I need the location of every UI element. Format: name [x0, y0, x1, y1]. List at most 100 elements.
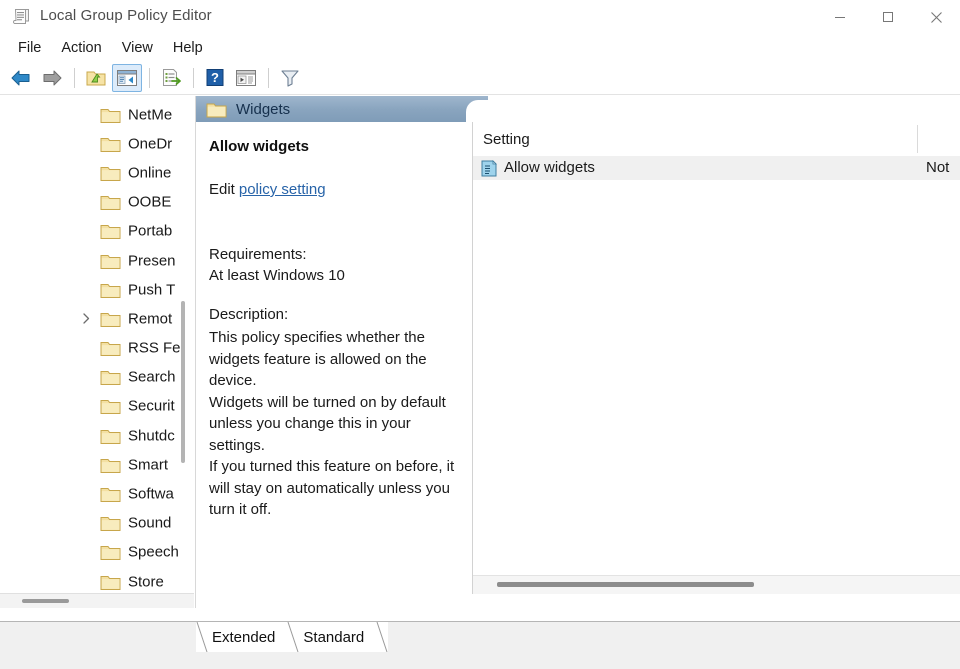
column-header-setting[interactable]: Setting [483, 131, 530, 148]
description-paragraph: This policy specifies whether the widget… [209, 327, 461, 392]
local-group-policy-editor-window: Local Group Policy Editor File Action Vi… [0, 0, 960, 669]
tab-edge-left [287, 622, 299, 652]
tree-item-label: Securit [128, 398, 175, 415]
filter-icon[interactable] [275, 64, 305, 92]
folder-icon [100, 135, 121, 152]
tree-item-shutdc[interactable]: Shutdc [0, 421, 178, 450]
tree-item-label: Search [128, 369, 176, 386]
menu-bar: File Action View Help [0, 34, 960, 61]
tree-item-store[interactable]: Store [0, 567, 178, 596]
folder-icon [100, 310, 121, 327]
tab-standard[interactable]: Standard [287, 622, 376, 652]
folder-icon [100, 194, 121, 211]
forward-icon[interactable] [37, 64, 67, 92]
tree-item-label: Shutdc [128, 427, 175, 444]
tree-item-label: Online [128, 164, 171, 181]
tree-item-label: Smart [128, 456, 168, 473]
tree-item-presen[interactable]: Presen [0, 246, 178, 275]
folder-icon [100, 106, 121, 123]
tree-item-label: OneDr [128, 135, 172, 152]
folder-icon [100, 486, 121, 503]
edit-prefix-label: Edit [209, 181, 235, 198]
tree-item-onedr[interactable]: OneDr [0, 129, 178, 158]
tree-item-remot[interactable]: Remot [0, 304, 178, 333]
tree-item-rss-fe[interactable]: RSS Fe [0, 334, 178, 363]
menu-item-help[interactable]: Help [163, 38, 213, 58]
folder-icon [100, 573, 121, 590]
folder-icon [100, 281, 121, 298]
minimize-icon[interactable] [816, 0, 864, 34]
column-separator[interactable] [917, 125, 918, 153]
details-header-title: Widgets [236, 101, 290, 118]
tree-item-netme[interactable]: NetMe [0, 100, 178, 129]
table-row[interactable]: Allow widgets Not [473, 156, 960, 180]
back-icon[interactable] [6, 64, 36, 92]
folder-icon [100, 164, 121, 181]
toolbar: ? [0, 61, 960, 95]
description-label: Description: [209, 306, 288, 323]
toolbar-separator [149, 68, 150, 88]
tree-item-label: NetMe [128, 106, 172, 123]
details-header-notch [466, 96, 488, 122]
folder-icon [100, 515, 121, 532]
menu-item-action[interactable]: Action [51, 38, 111, 58]
tree-item-label: Portab [128, 223, 172, 240]
maximize-icon[interactable] [864, 0, 912, 34]
show-hide-console-tree-icon[interactable] [112, 64, 142, 92]
up-folder-icon[interactable] [81, 64, 111, 92]
description-paragraph: If you turned this feature on before, it… [209, 456, 461, 521]
policy-title: Allow widgets [209, 138, 309, 155]
help-icon[interactable]: ? [200, 64, 230, 92]
tree-item-label: Store [128, 573, 164, 590]
window-title: Local Group Policy Editor [40, 7, 212, 24]
tree-item-oobe[interactable]: OOBE [0, 188, 178, 217]
policy-setting-icon [481, 160, 497, 177]
folder-icon [100, 427, 121, 444]
export-list-icon[interactable] [156, 64, 186, 92]
settings-list-header: Setting [473, 122, 960, 154]
tree-item-portab[interactable]: Portab [0, 217, 178, 246]
console-tree-pane[interactable]: NetMe OneDr Online OOBE Portab PresenPush T Re… [0, 96, 196, 608]
edit-policy-setting-line: Editpolicy setting [209, 181, 326, 198]
window-controls [816, 0, 960, 34]
tab-extended[interactable]: Extended [196, 622, 287, 652]
view-tab-strip: Extended Standard [0, 621, 960, 669]
tree-item-label: OOBE [128, 194, 171, 211]
title-bar: Local Group Policy Editor [0, 0, 960, 34]
chevron-right-icon[interactable] [80, 313, 92, 325]
list-horizontal-scroll-thumb[interactable] [497, 582, 754, 587]
settings-list-pane[interactable]: Setting Allow widgets Not [473, 122, 960, 594]
folder-icon [100, 252, 121, 269]
tab-label: Standard [303, 629, 364, 646]
tree-item-sound[interactable]: Sound [0, 509, 178, 538]
tree-item-label: RSS Fe [128, 340, 181, 357]
tree-item-securit[interactable]: Securit [0, 392, 178, 421]
tree-item-label: Remot [128, 310, 172, 327]
mmc-console-icon [12, 7, 32, 27]
requirements-label: Requirements: [209, 246, 307, 263]
setting-name: Allow widgets [504, 159, 595, 176]
close-icon[interactable] [912, 0, 960, 34]
tree-item-push-t[interactable]: Push T [0, 275, 178, 304]
folder-icon [100, 369, 121, 386]
svg-text:?: ? [211, 70, 219, 85]
console-tree: NetMe OneDr Online OOBE Portab PresenPush T Re… [0, 100, 178, 608]
folder-icon [100, 456, 121, 473]
menu-item-file[interactable]: File [8, 38, 51, 58]
tree-item-online[interactable]: Online [0, 158, 178, 187]
tree-item-search[interactable]: Search [0, 363, 178, 392]
tree-item-speech[interactable]: Speech [0, 538, 178, 567]
folder-icon [100, 340, 121, 357]
tree-horizontal-scroll-thumb[interactable] [22, 599, 69, 603]
requirements-value: At least Windows 10 [209, 267, 345, 284]
tree-vertical-scrollbar[interactable] [181, 301, 185, 463]
list-horizontal-scrollbar[interactable] [473, 575, 960, 594]
menu-item-view[interactable]: View [112, 38, 163, 58]
policy-setting-link[interactable]: policy setting [239, 181, 326, 198]
tree-item-smart[interactable]: Smart [0, 450, 178, 479]
tree-horizontal-scrollbar[interactable] [0, 593, 194, 608]
extended-view-panel: Allow widgets Editpolicy setting Require… [196, 122, 473, 594]
tree-item-label: Speech [128, 544, 179, 561]
show-hide-action-pane-icon[interactable] [231, 64, 261, 92]
tree-item-softwa[interactable]: Softwa [0, 479, 178, 508]
